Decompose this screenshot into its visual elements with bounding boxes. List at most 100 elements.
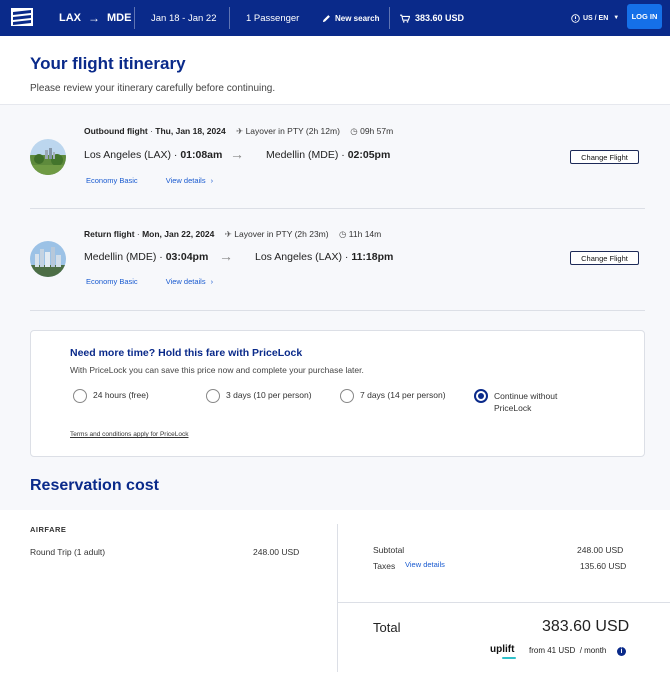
total-value: 383.60 USD	[542, 618, 630, 635]
plane-icon: ✈	[236, 126, 244, 136]
language-label: US / EN	[583, 14, 609, 22]
flight-route: Medellin (MDE) · 03:04pm	[84, 251, 209, 263]
option-label: 24 hours (free)	[93, 390, 149, 400]
subtotal-label: Subtotal	[373, 545, 405, 555]
language-selector[interactable]: US / EN ▼	[571, 0, 619, 36]
flight-destination: Medellin (MDE) · 02:05pm	[266, 149, 391, 161]
pricelock-terms-link[interactable]: Terms and conditions apply for PriceLock	[70, 431, 189, 438]
taxes-view-details-link[interactable]: View details	[405, 560, 445, 569]
option-label: 7 days (14 per person)	[360, 390, 446, 400]
flight-date: Mon, Jan 22, 2024	[142, 229, 215, 239]
fare-class-link[interactable]: Economy Basic	[86, 277, 138, 286]
departure-city: Medellin (MDE)	[84, 251, 157, 263]
flight-route: Los Angeles (LAX) · 01:08am	[84, 149, 223, 161]
departure-city: Los Angeles (LAX)	[84, 149, 171, 161]
airline-logo[interactable]	[11, 8, 33, 26]
globe-icon	[571, 13, 580, 23]
taxes-label: Taxes	[373, 561, 396, 571]
login-button[interactable]: LOG IN	[627, 4, 662, 29]
reservation-cost-title: Reservation cost	[30, 477, 159, 494]
pricelock-option-continue-without[interactable]: Continue without PriceLock	[474, 389, 558, 415]
divider	[229, 7, 230, 29]
cart-icon	[400, 14, 410, 23]
airfare-heading: AIRFARE	[30, 525, 67, 534]
total-label: Total	[373, 620, 401, 635]
divider	[30, 208, 645, 209]
passenger-count[interactable]: 1 Passenger	[246, 0, 299, 36]
arrow-right-icon: →	[230, 146, 244, 162]
outbound-flight-card: Outbound flight · Thu, Jan 18, 2024 ✈ La…	[30, 115, 645, 210]
route-summary[interactable]: LAX → MDE	[59, 0, 131, 36]
layover-info: Layover in PTY (2h 12m)	[245, 126, 340, 136]
flight-links: Economy Basic View details ›	[86, 277, 269, 286]
pricelock-option-7days[interactable]: 7 days (14 per person)	[340, 389, 446, 404]
layover-info: Layover in PTY (2h 23m)	[234, 229, 329, 239]
flight-meta: Outbound flight · Thu, Jan 18, 2024 ✈ La…	[84, 126, 394, 136]
divider	[30, 310, 645, 311]
plane-icon: ✈	[224, 229, 232, 239]
page-title: Your flight itinerary	[30, 54, 186, 73]
cart-price[interactable]: 383.60 USD	[400, 0, 464, 36]
cart-price-value: 383.60 USD	[415, 13, 465, 23]
trip-label: Round Trip (1 adult)	[30, 547, 106, 557]
arrival-city: Medellin (MDE)	[266, 149, 339, 161]
flight-duration: 09h 57m	[360, 126, 394, 136]
subtotal-value: 248.00 USD	[577, 545, 624, 555]
info-icon[interactable]: i	[617, 647, 626, 656]
chevron-down-icon: ▼	[613, 15, 620, 21]
arrival-time: 11:18pm	[351, 251, 394, 263]
pricelock-option-3days[interactable]: 3 days (10 per person)	[206, 389, 312, 404]
pricelock-subtitle: With PriceLock you can save this price n…	[70, 365, 364, 375]
fare-class-link[interactable]: Economy Basic	[86, 176, 138, 185]
arrow-right-icon: →	[88, 11, 100, 25]
change-flight-button[interactable]: Change Flight	[570, 251, 639, 265]
new-search-label: New search	[335, 13, 380, 23]
arrival-time: 02:05pm	[347, 149, 391, 161]
view-details-link[interactable]: View details ›	[166, 277, 241, 286]
flight-meta: Return flight · Mon, Jan 22, 2024 ✈ Layo…	[84, 229, 382, 239]
arrow-right-icon: →	[219, 248, 233, 264]
pricelock-option-24h[interactable]: 24 hours (free)	[73, 389, 149, 404]
flight-direction: Return flight	[84, 229, 135, 239]
divider	[134, 7, 135, 29]
flight-duration: 11h 14m	[348, 229, 382, 239]
pricelock-panel: Need more time? Hold this fare with Pric…	[30, 330, 645, 457]
flight-direction: Outbound flight	[84, 126, 148, 136]
taxes-value: 135.60 USD	[580, 561, 627, 571]
arrival-city: Los Angeles (LAX)	[255, 251, 342, 263]
itinerary-header: Your flight itinerary Please review your…	[0, 36, 670, 105]
destination-code: MDE	[107, 12, 132, 24]
chevron-right-icon: ›	[210, 176, 214, 185]
pencil-icon	[322, 14, 330, 22]
pricelock-title: Need more time? Hold this fare with Pric…	[70, 347, 303, 359]
return-flight-card: Return flight · Mon, Jan 22, 2024 ✈ Layo…	[30, 218, 645, 313]
travel-dates[interactable]: Jan 18 - Jan 22	[151, 0, 217, 36]
option-label: Continue without PriceLock	[494, 391, 558, 414]
radio-button[interactable]	[340, 389, 354, 403]
clock-icon: ◷	[338, 229, 347, 239]
option-label: 3 days (10 per person)	[226, 390, 312, 400]
top-navigation-bar: LAX → MDE Jan 18 - Jan 22 1 Passenger Ne…	[0, 0, 670, 36]
medellin-photo	[30, 241, 66, 277]
uplift-logo[interactable]: uplift	[490, 644, 517, 659]
clock-icon: ◷	[350, 126, 358, 136]
flight-date: Thu, Jan 18, 2024	[155, 126, 226, 136]
trip-price: 248.00 USD	[253, 547, 300, 557]
departure-time: 01:08am	[180, 149, 223, 161]
radio-button-selected[interactable]	[474, 389, 488, 403]
departure-time: 03:04pm	[165, 251, 209, 263]
uplift-monthly-price: from 41 USD / month	[529, 646, 607, 655]
flight-links: Economy Basic View details ›	[86, 176, 269, 185]
view-details-link[interactable]: View details ›	[166, 176, 241, 185]
page-subtitle: Please review your itinerary carefully b…	[30, 83, 276, 94]
los-angeles-photo	[30, 139, 66, 175]
new-search-button[interactable]: New search	[322, 0, 379, 36]
flight-destination: Los Angeles (LAX) · 11:18pm	[255, 251, 394, 263]
origin-code: LAX	[59, 12, 81, 24]
radio-button[interactable]	[73, 389, 87, 403]
change-flight-button[interactable]: Change Flight	[570, 150, 639, 164]
vertical-divider	[337, 524, 338, 672]
reservation-cost-panel: AIRFARE Round Trip (1 adult) 248.00 USD …	[0, 510, 670, 688]
radio-button[interactable]	[206, 389, 220, 403]
chevron-right-icon: ›	[210, 277, 214, 286]
